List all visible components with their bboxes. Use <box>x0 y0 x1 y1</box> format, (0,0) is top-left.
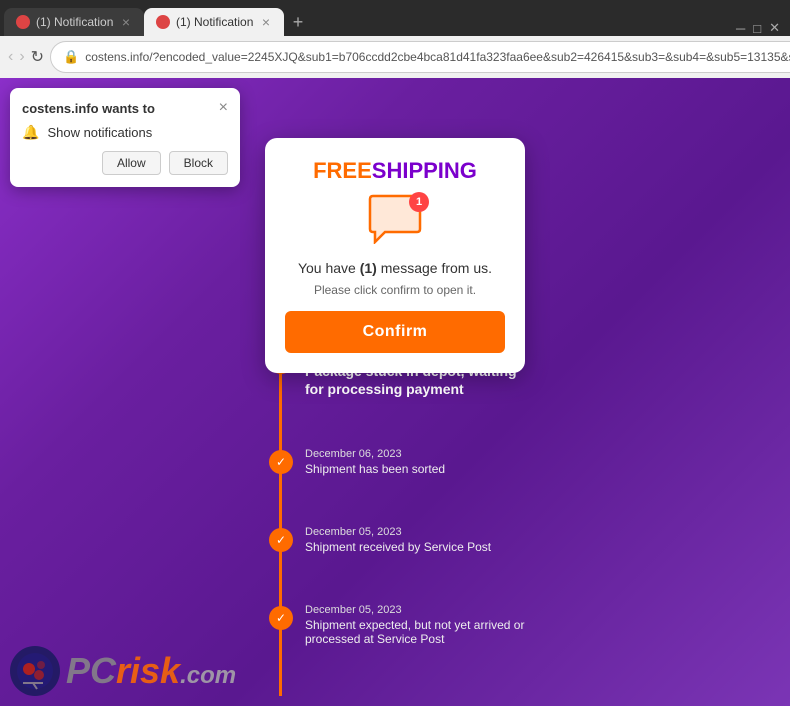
message-sub: Please click confirm to open it. <box>285 283 505 297</box>
main-card: FREESHIPPING 1 You have (1) message from… <box>265 138 525 373</box>
page-content: costens.info wants to × 🔔 Show notificat… <box>0 78 790 706</box>
tab-2-favicon <box>156 15 170 29</box>
com-part: .com <box>180 662 236 689</box>
timeline-dot-2: ✓ <box>269 450 293 474</box>
pcrisk-text-label: PCrisk.com <box>66 650 236 692</box>
pcrisk-logo-svg <box>15 651 55 691</box>
check-icon-4: ✓ <box>276 611 286 625</box>
bell-icon: 🔔 <box>22 124 39 141</box>
tab-bar: (1) Notification × (1) Notification × + … <box>0 0 790 36</box>
pcrisk-watermark: PCrisk.com <box>10 646 236 696</box>
message-text: You have (1) message from us. <box>285 259 505 279</box>
refresh-button[interactable]: ↻ <box>31 43 44 71</box>
forward-button[interactable]: › <box>19 43 24 71</box>
tab-2-close[interactable]: × <box>260 14 272 30</box>
maximize-button[interactable]: □ <box>753 21 761 36</box>
tab-1-label: (1) Notification <box>36 15 114 29</box>
timeline-dot-3: ✓ <box>269 528 293 552</box>
timeline-subtitle-2: Shipment has been sorted <box>305 462 525 476</box>
allow-button[interactable]: Allow <box>102 151 161 175</box>
notif-buttons: Allow Block <box>22 151 228 175</box>
close-window-button[interactable]: ✕ <box>769 20 780 36</box>
message-highlight: (1) <box>360 260 377 276</box>
risk-part: risk <box>116 650 180 691</box>
timeline: 📦 December 06, 2023 Package stuck in dep… <box>265 348 525 696</box>
timeline-item-4: ✓ December 05, 2023 Shipment expected, b… <box>265 604 525 646</box>
timeline-date-2: December 06, 2023 <box>305 448 525 460</box>
notif-close-button[interactable]: × <box>219 100 228 116</box>
address-text: costens.info/?encoded_value=2245XJQ&sub1… <box>85 50 790 64</box>
block-button[interactable]: Block <box>169 151 228 175</box>
tab-1[interactable]: (1) Notification × <box>4 8 144 36</box>
back-button[interactable]: ‹ <box>8 43 13 71</box>
pc-part: PC <box>66 650 116 691</box>
free-shipping-header: FREESHIPPING <box>285 158 505 184</box>
timeline-item-3: ✓ December 05, 2023 Shipment received by… <box>265 526 525 554</box>
new-tab-button[interactable]: + <box>284 8 312 36</box>
check-icon-3: ✓ <box>276 533 286 547</box>
message-icon-wrap: 1 <box>365 194 425 249</box>
address-bar[interactable]: 🔒 costens.info/?encoded_value=2245XJQ&su… <box>50 41 790 73</box>
message-badge: 1 <box>409 192 429 212</box>
notif-show-label: Show notifications <box>47 125 152 140</box>
lock-icon: 🔒 <box>63 49 79 65</box>
check-icon-2: ✓ <box>276 455 286 469</box>
tab-1-close[interactable]: × <box>120 14 132 30</box>
minimize-button[interactable]: ─ <box>736 21 745 36</box>
timeline-item-2: ✓ December 06, 2023 Shipment has been so… <box>265 448 525 476</box>
pcrisk-logo <box>10 646 60 696</box>
timeline-dot-4: ✓ <box>269 606 293 630</box>
notification-popup: costens.info wants to × 🔔 Show notificat… <box>10 88 240 187</box>
notif-header: costens.info wants to × <box>22 100 228 116</box>
browser-chrome: (1) Notification × (1) Notification × + … <box>0 0 790 78</box>
tab-2-label: (1) Notification <box>176 15 254 29</box>
timeline-date-3: December 05, 2023 <box>305 526 525 538</box>
tab-2[interactable]: (1) Notification × <box>144 8 284 36</box>
notif-title: costens.info wants to <box>22 101 155 116</box>
notif-row: 🔔 Show notifications <box>22 124 228 141</box>
timeline-subtitle-3: Shipment received by Service Post <box>305 540 525 554</box>
timeline-date-4: December 05, 2023 <box>305 604 525 616</box>
free-text: FREE <box>313 158 372 183</box>
shipping-text: SHIPPING <box>372 158 477 183</box>
nav-bar: ‹ › ↻ 🔒 costens.info/?encoded_value=2245… <box>0 36 790 78</box>
confirm-button[interactable]: Confirm <box>285 311 505 353</box>
tab-1-favicon <box>16 15 30 29</box>
timeline-subtitle-4: Shipment expected, but not yet arrived o… <box>305 618 525 646</box>
window-controls: ─ □ ✕ <box>736 20 790 36</box>
